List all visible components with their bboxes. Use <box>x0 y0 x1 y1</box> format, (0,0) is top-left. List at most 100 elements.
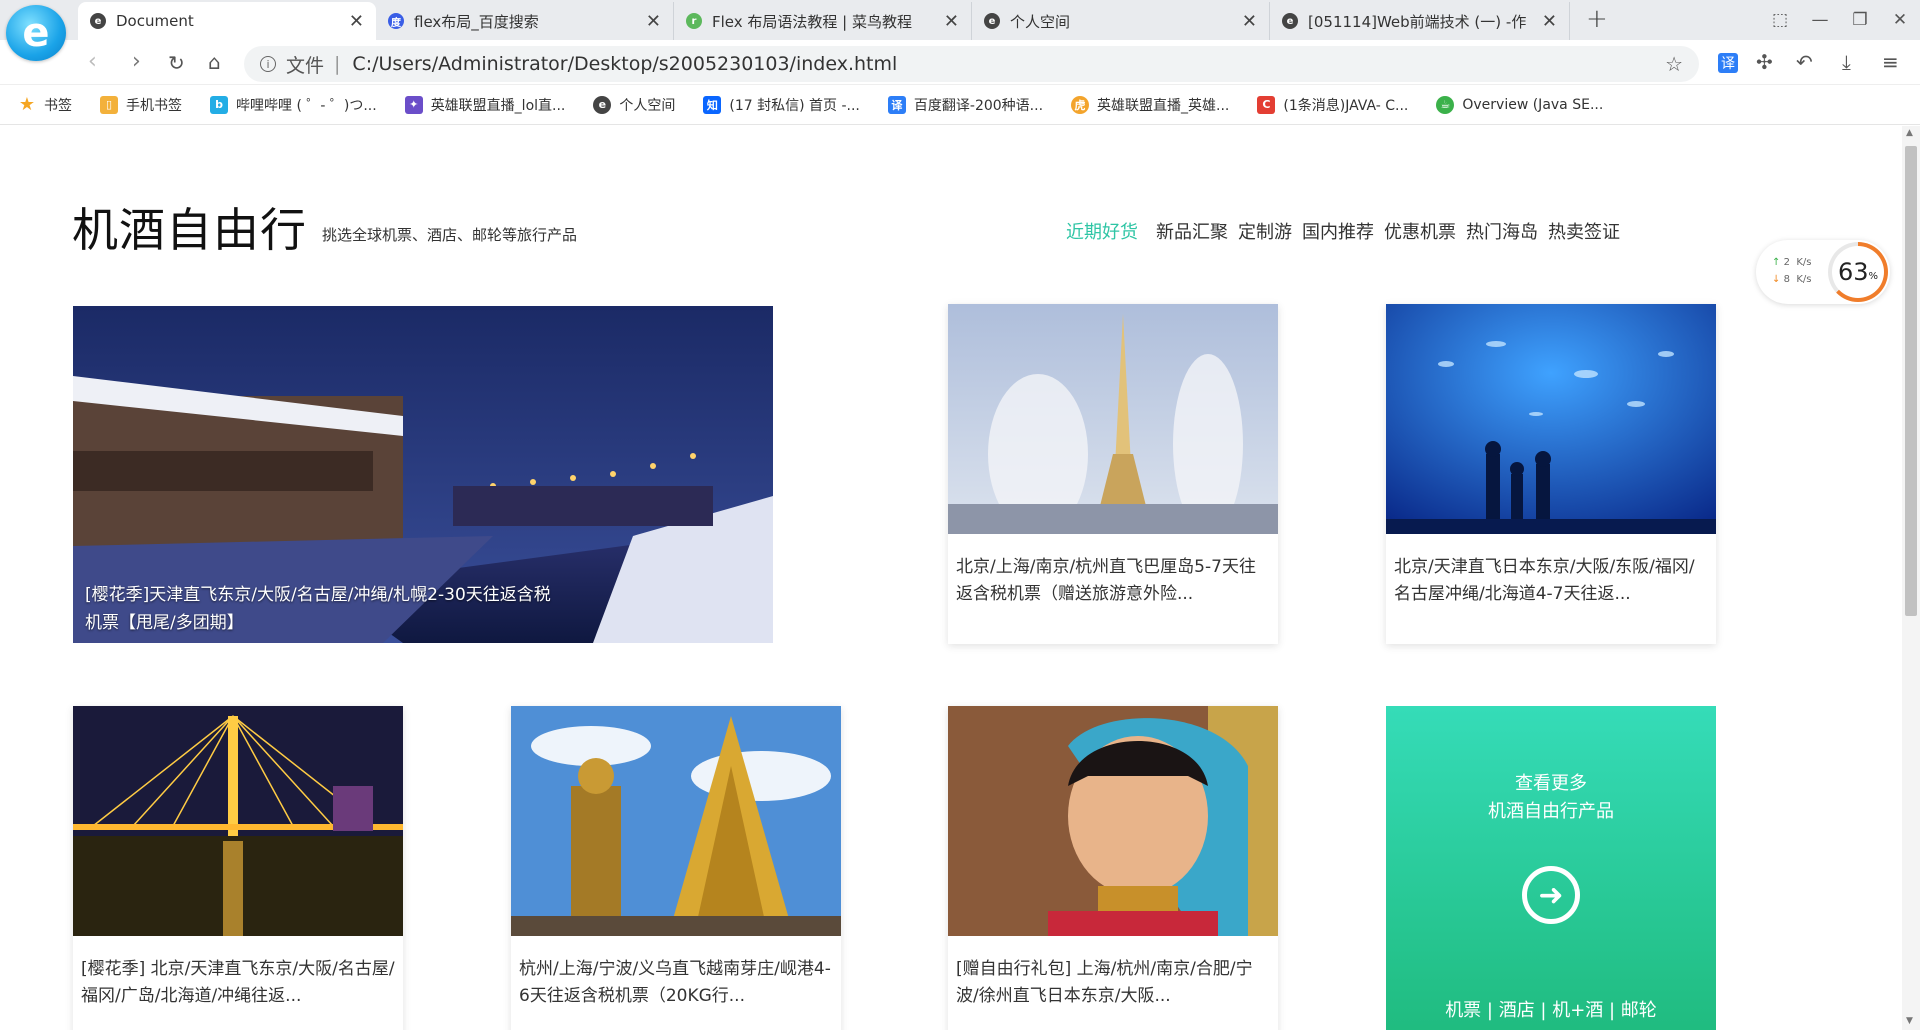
edge-e-icon: e <box>90 13 106 29</box>
download-unit: K/s <box>1796 274 1812 285</box>
window-controls: ⬚ — ❐ ✕ <box>1760 0 1920 40</box>
nav-item-domestic[interactable]: 国内推荐 <box>1302 218 1374 244</box>
close-icon[interactable]: ✕ <box>944 11 959 32</box>
arrow-right-circle-icon[interactable]: ➜ <box>1522 866 1580 924</box>
memory-gauge: 63% <box>1828 242 1888 302</box>
download-icon[interactable]: ⤓ <box>1842 50 1851 74</box>
tabs: e Document ✕ 度 flex布局_百度搜索 ✕ r Flex 布局语法… <box>78 2 1570 40</box>
edge-e-icon: e <box>593 95 612 114</box>
tab-title: Document <box>116 12 194 30</box>
url-text[interactable]: C:/Users/Administrator/Desktop/s20052301… <box>352 53 897 75</box>
bookmark-item[interactable]: 虎英雄联盟直播_英雄... <box>1071 95 1229 115</box>
menu-icon[interactable]: ≡ <box>1882 50 1899 74</box>
bookmark-label: Overview (Java SE... <box>1462 96 1604 113</box>
bookmarks-bar: ★ 书签 ▯ 手机书签 b 哔哩哔哩 ( ゜- ゜)つ... ✦ 英雄联盟直播_lol直… <box>0 85 1920 125</box>
download-arrow-icon: ↓ <box>1772 274 1781 285</box>
scrollbar-thumb[interactable] <box>1905 146 1917 616</box>
protocol-separator: | <box>334 53 341 75</box>
bookmark-label: 个人空间 <box>619 97 676 114</box>
bookmark-item[interactable]: b 哔哩哔哩 ( ゜- ゜)つ... <box>210 95 377 115</box>
product-card[interactable]: [樱花季] 北京/天津直飞东京/大阪/名古屋/福冈/广岛/北海道/冲绳往返... <box>73 706 403 1030</box>
bookmark-item[interactable]: 译百度翻译-200种语... <box>887 95 1044 115</box>
close-window-button[interactable]: ✕ <box>1880 10 1920 30</box>
home-button[interactable]: ⌂ <box>208 50 221 74</box>
bilibili-icon: b <box>210 95 228 114</box>
bookmark-item[interactable]: ▯ 手机书签 <box>100 95 182 115</box>
nav-item-new-products[interactable]: 新品汇聚 <box>1156 218 1228 244</box>
undo-icon[interactable]: ↶ <box>1796 50 1813 74</box>
tab-document[interactable]: e Document ✕ <box>78 2 376 40</box>
product-card[interactable]: 杭州/上海/宁波/义乌直飞越南芽庄/岘港4-6天往返含税机票（20KG行... <box>511 706 841 1030</box>
product-card[interactable]: 北京/天津直飞日本东京/大阪/东阪/福冈/名古屋冲绳/北海道4-7天往返... <box>1386 304 1716 644</box>
nav-item-custom-tour[interactable]: 定制游 <box>1238 218 1292 244</box>
percent-sign: % <box>1868 270 1879 282</box>
bookmark-item[interactable]: ✦ 英雄联盟直播_lol直... <box>404 95 566 115</box>
bookmark-item[interactable]: ☕ Overview (Java SE... <box>1436 95 1604 114</box>
view-more-text: 查看更多 机酒自由行产品 <box>1386 770 1716 826</box>
card-caption: 杭州/上海/宁波/义乌直飞越南芽庄/岘港4-6天往返含税机票（20KG行... <box>519 959 831 1006</box>
bookmark-item[interactable]: ★ 书签 <box>18 94 72 115</box>
translate-icon[interactable]: 译 <box>1718 53 1738 73</box>
nav-item-recent-goods[interactable]: 近期好货 <box>1066 218 1138 244</box>
close-icon[interactable]: ✕ <box>1542 11 1557 32</box>
view-more-card[interactable]: 查看更多 机酒自由行产品 ➜ 机票 | 酒店 | 机+酒 | 邮轮 <box>1386 706 1716 1030</box>
page-viewport: 机酒自由行 挑选全球机票、酒店、邮轮等旅行产品 近期好货 新品汇聚 定制游 国内… <box>0 126 1902 1030</box>
page-title: 机酒自由行 <box>72 203 307 257</box>
bookmark-item[interactable]: C (1条消息)JAVA- C... <box>1257 95 1408 115</box>
star-icon: ★ <box>18 94 36 115</box>
bookmark-label: (17 封私信) 首页 -... <box>729 97 860 114</box>
restore-button[interactable]: ❐ <box>1840 10 1880 30</box>
bookmark-label: 英雄联盟直播_lol直... <box>430 97 566 114</box>
nav-item-discount-flights[interactable]: 优惠机票 <box>1384 218 1456 244</box>
product-card[interactable]: 北京/上海/南京/杭州直飞巴厘岛5-7天往返含税机票（赠送旅游意外险... <box>948 304 1278 644</box>
network-speed-widget[interactable]: ↑ 2 K/s ↓ 8 K/s 63% <box>1756 240 1890 304</box>
baidu-translate-icon: 译 <box>887 95 906 114</box>
extensions-icon[interactable]: ✣ <box>1756 50 1773 74</box>
minimize-button[interactable]: — <box>1800 10 1840 30</box>
card-caption: 北京/上海/南京/杭州直飞巴厘岛5-7天往返含税机票（赠送旅游意外险... <box>956 557 1256 604</box>
tab-flex-runoob[interactable]: r Flex 布局语法教程 | 菜鸟教程 ✕ <box>674 2 972 40</box>
bridge-night-image <box>73 706 403 936</box>
tab-title: Flex 布局语法教程 | 菜鸟教程 <box>712 12 912 31</box>
bookmark-label: (1条消息)JAVA- C... <box>1283 97 1409 114</box>
view-more-line2: 机酒自由行产品 <box>1488 801 1614 822</box>
protocol-label: 文件 <box>286 54 325 77</box>
close-icon[interactable]: ✕ <box>349 11 364 32</box>
nav-item-visa[interactable]: 热卖签证 <box>1548 218 1620 244</box>
bookmark-item[interactable]: 知 (17 封私信) 首页 -... <box>703 95 860 115</box>
info-icon[interactable]: i <box>260 56 276 72</box>
bookmark-label: 百度翻译-200种语... <box>913 97 1044 114</box>
tab-flex-baidu[interactable]: 度 flex布局_百度搜索 ✕ <box>376 2 674 40</box>
star-icon[interactable]: ☆ <box>1665 52 1683 76</box>
bookmark-label: 书签 <box>44 97 72 114</box>
scroll-down-icon[interactable]: ▼ <box>1906 1016 1913 1026</box>
forward-button[interactable]: › <box>132 49 141 74</box>
close-icon[interactable]: ✕ <box>646 11 661 32</box>
address-input[interactable]: i 文件 | C:/Users/Administrator/Desktop/s2… <box>244 46 1699 82</box>
vertical-scrollbar[interactable]: ▲ ▼ <box>1902 126 1920 1030</box>
java-icon: ☕ <box>1436 95 1455 114</box>
tab-personal-space[interactable]: e 个人空间 ✕ <box>972 2 1270 40</box>
bookmark-label: 手机书签 <box>126 97 182 114</box>
view-more-line1: 查看更多 <box>1515 773 1587 794</box>
browser-logo-icon[interactable]: e <box>6 5 66 61</box>
tab-web-frontend[interactable]: e [051114]Web前端技术 (一) -作 ✕ <box>1270 2 1570 40</box>
nav-item-islands[interactable]: 热门海岛 <box>1466 218 1538 244</box>
category-nav: 近期好货 新品汇聚 定制游 国内推荐 优惠机票 热门海岛 热卖签证 <box>1066 218 1630 244</box>
temple-image <box>511 706 841 936</box>
refresh-button[interactable]: ↻ <box>168 51 185 75</box>
scroll-up-icon[interactable]: ▲ <box>1906 128 1913 138</box>
back-button[interactable]: ‹ <box>88 49 97 74</box>
card-caption: [樱花季] 北京/天津直飞东京/大阪/名古屋/福冈/广岛/北海道/冲绳往返... <box>81 959 395 1006</box>
runoob-icon: r <box>686 13 702 29</box>
close-icon[interactable]: ✕ <box>1242 11 1257 32</box>
view-more-links[interactable]: 机票 | 酒店 | 机+酒 | 邮轮 <box>1386 996 1716 1022</box>
new-tab-button[interactable]: + <box>1586 4 1608 34</box>
bookmark-item[interactable]: e 个人空间 <box>593 95 675 115</box>
product-card-featured[interactable]: [樱花季]天津直飞东京/大阪/名古屋/冲绳/札幌2-30天往返含税机票【甩尾/多… <box>73 306 773 643</box>
collections-icon[interactable]: ⬚ <box>1760 10 1800 30</box>
upload-arrow-icon: ↑ <box>1772 257 1781 268</box>
child-portrait-image <box>948 706 1278 936</box>
product-card[interactable]: [赠自由行礼包] 上海/杭州/南京/合肥/宁波/徐州直飞日本东京/大阪... <box>948 706 1278 1030</box>
eiffel-tower-image <box>948 304 1278 534</box>
